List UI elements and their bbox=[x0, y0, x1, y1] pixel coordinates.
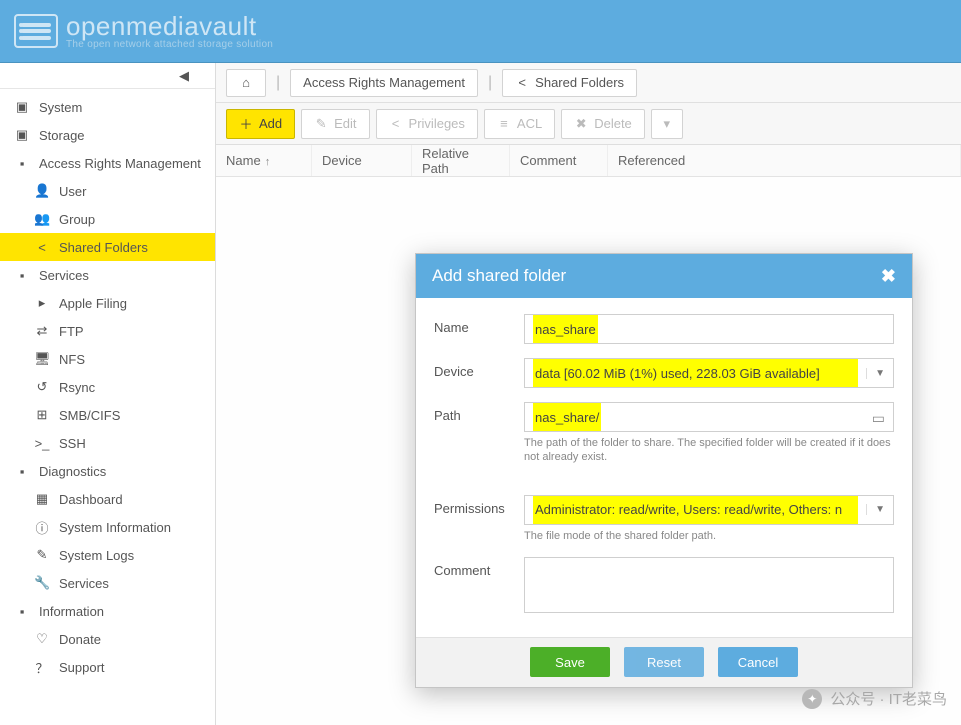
input-value: nas_share/ bbox=[533, 403, 601, 431]
dialog-body: Name nas_share Device data [60.02 MiB (1… bbox=[416, 298, 912, 637]
add-shared-folder-dialog: Add shared folder ✖ Name nas_share Devic… bbox=[415, 253, 913, 688]
caret-down-icon: ▼ bbox=[866, 368, 885, 379]
field-label: Name bbox=[434, 314, 524, 335]
name-input[interactable]: nas_share bbox=[524, 314, 894, 344]
dialog-buttons: Save Reset Cancel bbox=[416, 637, 912, 687]
permissions-select[interactable]: Administrator: read/write, Users: read/w… bbox=[524, 495, 894, 525]
field-device: Device data [60.02 MiB (1%) used, 228.03… bbox=[434, 358, 894, 388]
reset-button[interactable]: Reset bbox=[624, 647, 704, 677]
field-label: Comment bbox=[434, 557, 524, 578]
device-select[interactable]: data [60.02 MiB (1%) used, 228.03 GiB av… bbox=[524, 358, 894, 388]
cancel-button[interactable]: Cancel bbox=[718, 647, 798, 677]
save-button[interactable]: Save bbox=[530, 647, 610, 677]
dialog-titlebar[interactable]: Add shared folder ✖ bbox=[416, 254, 912, 298]
field-label: Device bbox=[434, 358, 524, 379]
input-value: nas_share bbox=[533, 315, 598, 343]
select-value: Administrator: read/write, Users: read/w… bbox=[533, 496, 858, 524]
caret-down-icon: ▼ bbox=[866, 504, 885, 515]
field-help: The file mode of the shared folder path. bbox=[524, 529, 894, 543]
dialog-title: Add shared folder bbox=[432, 266, 566, 286]
comment-textarea[interactable] bbox=[524, 557, 894, 613]
field-permissions: Permissions Administrator: read/write, U… bbox=[434, 495, 894, 543]
select-value: data [60.02 MiB (1%) used, 228.03 GiB av… bbox=[533, 359, 858, 387]
path-input[interactable]: nas_share/ ▭ bbox=[524, 402, 894, 432]
field-label: Path bbox=[434, 402, 524, 423]
close-icon[interactable]: ✖ bbox=[881, 266, 896, 287]
field-name: Name nas_share bbox=[434, 314, 894, 344]
field-comment: Comment bbox=[434, 557, 894, 613]
field-path: Path nas_share/ ▭ The path of the folder… bbox=[434, 402, 894, 465]
field-help: The path of the folder to share. The spe… bbox=[524, 436, 894, 465]
folder-icon[interactable]: ▭ bbox=[872, 410, 885, 427]
field-label: Permissions bbox=[434, 495, 524, 516]
